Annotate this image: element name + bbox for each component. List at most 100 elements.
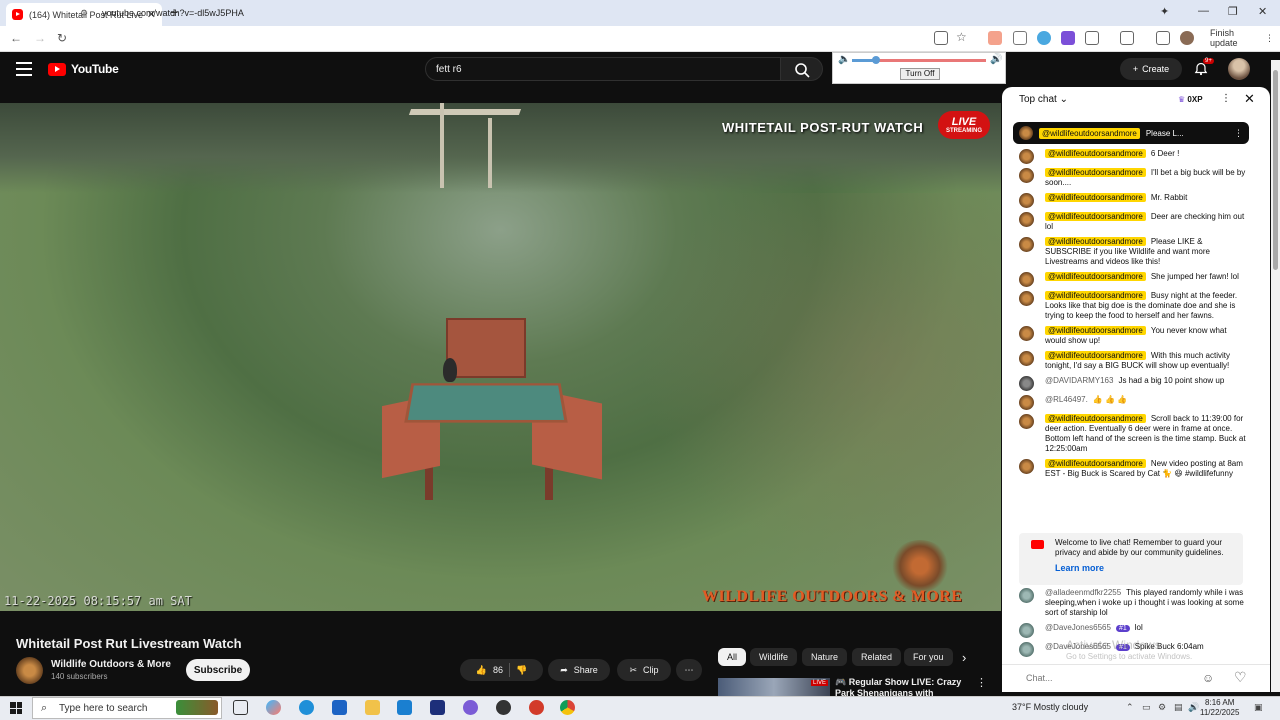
maximize-button[interactable]: ❐ [1228,5,1238,18]
thumbs-up-icon[interactable]: 👍 [476,665,487,676]
bookmark-star-icon[interactable]: ☆ [956,30,967,44]
chat-author[interactable]: @wildlifeoutdoorsandmore [1045,414,1146,423]
weather-widget[interactable]: 37°F Mostly cloudy [1012,702,1088,712]
file-explorer-icon[interactable] [365,700,380,715]
menu-icon[interactable] [16,62,32,80]
chat-message[interactable]: @alladeenmdfkr2255 This played randomly w… [1013,588,1249,618]
outlook-icon[interactable] [332,700,347,715]
account-avatar[interactable] [1228,58,1250,80]
forward-arrow-icon[interactable]: → [34,31,46,45]
page-scrollbar-thumb[interactable] [1273,70,1278,270]
taskbar-clock[interactable]: 8:16 AM 11/22/2025 [1200,698,1239,718]
chat-options-kebab-icon[interactable]: ⋮ [1221,93,1231,104]
back-arrow-icon[interactable]: ← [10,31,22,45]
url-field[interactable]: ⚙ youtube.com/watch?v=-dl5wJ5PHA [80,3,980,23]
app-icon[interactable] [529,700,544,715]
notifications-bell-icon[interactable] [1194,62,1208,76]
chip-for-you[interactable]: For you [904,648,953,666]
chat-message[interactable]: @DAVIDARMY163 Js had a big 10 point show … [1013,376,1249,391]
chat-message[interactable]: @wildlifeoutdoorsandmore 6 Deer ! [1013,149,1249,164]
chat-message[interactable]: @wildlifeoutdoorsandmore Busy night at th… [1013,291,1249,321]
more-actions-button[interactable]: ⋯ [676,659,702,681]
chat-message[interactable]: @wildlifeoutdoorsandmore I'll bet a big b… [1013,168,1249,188]
recommended-thumbnail[interactable]: LIVE [718,678,830,698]
split-view-icon[interactable] [1120,31,1134,45]
chat-author[interactable]: @wildlifeoutdoorsandmore [1045,149,1146,158]
thumbs-down-icon[interactable]: 👎 [516,665,527,676]
chat-message[interactable]: @wildlifeoutdoorsandmore Mr. Rabbit [1013,193,1249,208]
chat-author[interactable]: @DaveJones6565 [1045,623,1111,632]
chip-all[interactable]: All [718,648,747,666]
tray-icon[interactable]: ▭ [1142,702,1151,713]
extension-icon[interactable] [1061,31,1075,45]
chat-author[interactable]: @wildlifeoutdoorsandmore [1045,291,1146,300]
app-icon[interactable] [463,700,478,715]
app-icon[interactable] [430,700,445,715]
tray-chevron-up-icon[interactable]: ⌃ [1126,702,1134,713]
clip-button[interactable]: ✂ Clip [617,659,671,681]
copilot-icon[interactable] [266,700,281,715]
task-view-icon[interactable] [233,700,248,715]
heart-icon[interactable]: ♡ [1234,669,1247,686]
chat-close-icon[interactable]: ✕ [1244,91,1255,107]
like-count[interactable]: 86 [493,665,503,675]
obs-icon[interactable] [496,700,511,715]
top-chat-dropdown[interactable]: Top chat ⌄ [1019,94,1068,105]
pinned-message[interactable]: @wildlifeoutdoorsandmore Please L... ⋮ [1013,122,1249,144]
chat-author[interactable]: @wildlifeoutdoorsandmore [1045,351,1146,360]
speaker-icon[interactable]: 🔊 [1188,702,1199,713]
share-button[interactable]: ➦ Share [548,659,610,681]
chat-author[interactable]: @wildlifeoutdoorsandmore [1045,212,1146,221]
extension-icon[interactable] [988,31,1002,45]
chat-message[interactable]: @wildlifeoutdoorsandmore Please LIKE & SU… [1013,237,1249,267]
reload-icon[interactable]: ↻ [57,31,67,45]
install-app-icon[interactable] [934,31,948,45]
extension-icon[interactable] [1013,31,1027,45]
chip-wildlife[interactable]: Wildlife [750,648,798,666]
chat-message[interactable]: @RL46497. 👍 👍 👍 [1013,395,1249,410]
chip-nature[interactable]: Nature [802,648,848,666]
profile-avatar[interactable] [1180,31,1194,45]
minimize-button[interactable]: — [1198,5,1209,17]
chat-author[interactable]: @DAVIDARMY163 [1045,376,1113,385]
chat-author[interactable]: @wildlifeoutdoorsandmore [1045,193,1146,202]
learn-more-link[interactable]: Learn more [1055,563,1104,573]
window-close-button[interactable]: ✕ [1258,5,1267,18]
channel-avatar[interactable] [16,657,43,684]
chat-author[interactable]: @wildlifeoutdoorsandmore [1045,326,1146,335]
chat-author[interactable]: @wildlifeoutdoorsandmore [1045,237,1146,246]
turn-off-button[interactable]: Turn Off [900,68,940,80]
chat-author[interactable]: @wildlifeoutdoorsandmore [1045,168,1146,177]
create-button[interactable]: + Create [1120,58,1182,80]
reading-list-icon[interactable] [1156,31,1170,45]
windows-start-icon[interactable] [10,702,22,714]
store-icon[interactable] [397,700,412,715]
site-info-icon[interactable]: ⚙ [80,8,92,19]
emoji-icon[interactable]: ☺ [1202,671,1214,685]
extension-icon[interactable] [1037,31,1051,45]
recommended-kebab-icon[interactable]: ⋮ [976,676,987,689]
chat-message[interactable]: @wildlifeoutdoorsandmore Deer are checkin… [1013,212,1249,232]
youtube-logo[interactable]: YouTube [48,62,119,76]
channel-name[interactable]: Wildlife Outdoors & More [51,659,171,670]
chevron-right-icon[interactable]: › [962,650,966,665]
search-button[interactable] [781,57,823,81]
chip-related[interactable]: Related [852,648,902,666]
chat-message[interactable]: @wildlifeoutdoorsandmore Scroll back to 1… [1013,414,1249,454]
puzzle-icon[interactable] [1085,31,1099,45]
chat-message[interactable]: @DaveJones6565 #1 lol [1013,623,1249,638]
notification-center-icon[interactable]: ▣ [1254,702,1263,713]
chat-input[interactable]: Chat... [1018,669,1228,687]
sparkle-icon[interactable]: ✦ [1160,5,1169,18]
tray-icon[interactable]: ⚙ [1158,702,1166,713]
search-input[interactable]: fett r6 [425,57,781,81]
finish-update-button[interactable]: Finish update ⋮ [1204,28,1280,48]
chat-message[interactable]: @wildlifeoutdoorsandmore You never know w… [1013,326,1249,346]
chat-author[interactable]: @wildlifeoutdoorsandmore [1045,459,1146,468]
chat-author[interactable]: @alladeenmdfkr2255 [1045,588,1121,597]
chat-message[interactable]: @wildlifeoutdoorsandmore She jumped her f… [1013,272,1249,287]
subscribe-button[interactable]: Subscribe [186,659,250,681]
chat-message[interactable]: @wildlifeoutdoorsandmore New video postin… [1013,459,1249,479]
network-icon[interactable]: ▤ [1174,702,1183,713]
xp-indicator[interactable]: ♛ 0XP [1178,95,1203,104]
